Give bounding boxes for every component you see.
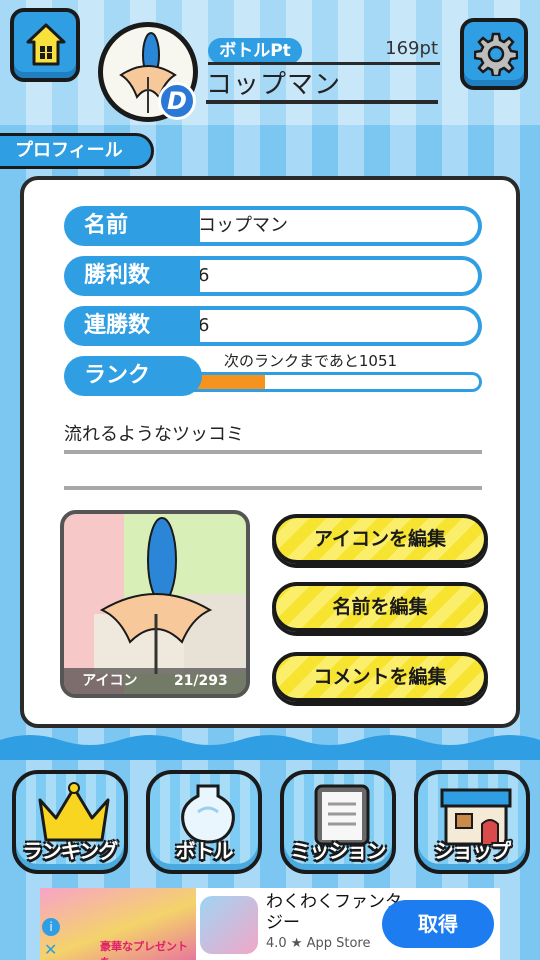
name-value: コップマン <box>192 206 482 246</box>
icon-caption-label: アイコン <box>82 673 138 689</box>
ad-banner[interactable]: 豪華なプレゼントを i ✕ わくわくファンタジー 4.0 ★ App Store… <box>40 888 500 960</box>
bottle-character-icon <box>94 517 246 674</box>
streak-label: 連勝数 <box>64 306 200 346</box>
home-icon <box>26 23 66 66</box>
comment-divider-2 <box>64 486 482 490</box>
bottle-pt-label: ボトルPt <box>208 38 302 64</box>
name-label: 名前 <box>64 206 200 246</box>
profile-tab: プロフィール <box>0 133 154 169</box>
nav-shop-label: ショップ <box>434 839 511 863</box>
nav-mission-button[interactable]: ミッション <box>280 770 396 874</box>
icon-caption: アイコン 21/293 <box>64 668 246 694</box>
gear-icon <box>474 32 518 76</box>
profile-comment: 流れるようなツッコミ <box>64 424 244 445</box>
wins-label: 勝利数 <box>64 256 200 296</box>
user-name: コップマン <box>206 70 342 100</box>
rank-progress-bar <box>194 372 482 392</box>
nav-shop-button[interactable]: ショップ <box>414 770 530 874</box>
info-icon[interactable]: i <box>42 918 60 936</box>
rank-badge: D <box>158 82 196 120</box>
nav-ranking-label: ランキング <box>22 839 118 863</box>
rank-progress-fill <box>194 375 266 389</box>
rank-label: ランク <box>64 356 202 396</box>
nav-ranking-button[interactable]: ランキング <box>12 770 128 874</box>
edit-comment-button[interactable]: コメントを編集 <box>272 652 488 702</box>
wave-divider <box>0 735 540 760</box>
home-button[interactable] <box>10 8 80 82</box>
nav-mission-label: ミッション <box>290 839 387 863</box>
comment-divider <box>64 450 482 454</box>
edit-name-button[interactable]: 名前を編集 <box>272 582 488 632</box>
close-icon[interactable]: ✕ <box>44 940 57 959</box>
rank-row: ランク 次のランクまであと1051 <box>64 352 482 396</box>
name-row: 名前 コップマン <box>64 206 482 246</box>
rank-note: 次のランクまであと1051 <box>224 352 398 370</box>
edit-icon-button[interactable]: アイコンを編集 <box>272 514 488 564</box>
streak-value: 6 <box>192 306 482 346</box>
name-underline <box>206 100 438 104</box>
ad-image[interactable]: 豪華なプレゼントを <box>40 888 196 960</box>
nav-bottle-button[interactable]: ボトル <box>146 770 262 874</box>
ad-get-button[interactable]: 取得 <box>382 900 494 948</box>
ad-banner-text: 豪華なプレゼントを <box>100 940 188 960</box>
wins-value: 6 <box>192 256 482 296</box>
icon-preview: アイコン 21/293 <box>60 510 250 698</box>
ad-subtitle: 4.0 ★ App Store <box>266 936 371 951</box>
profile-card: 名前 コップマン 勝利数 6 連勝数 6 ランク 次のランクまであと1051 流… <box>20 176 520 728</box>
settings-button[interactable] <box>460 18 528 90</box>
bottle-pt-value: 169pt <box>385 38 438 59</box>
ad-app-icon[interactable] <box>200 896 258 954</box>
nav-bottle-label: ボトル <box>175 839 234 863</box>
icon-caption-count: 21/293 <box>173 673 228 689</box>
streak-row: 連勝数 6 <box>64 306 482 346</box>
wins-row: 勝利数 6 <box>64 256 482 296</box>
